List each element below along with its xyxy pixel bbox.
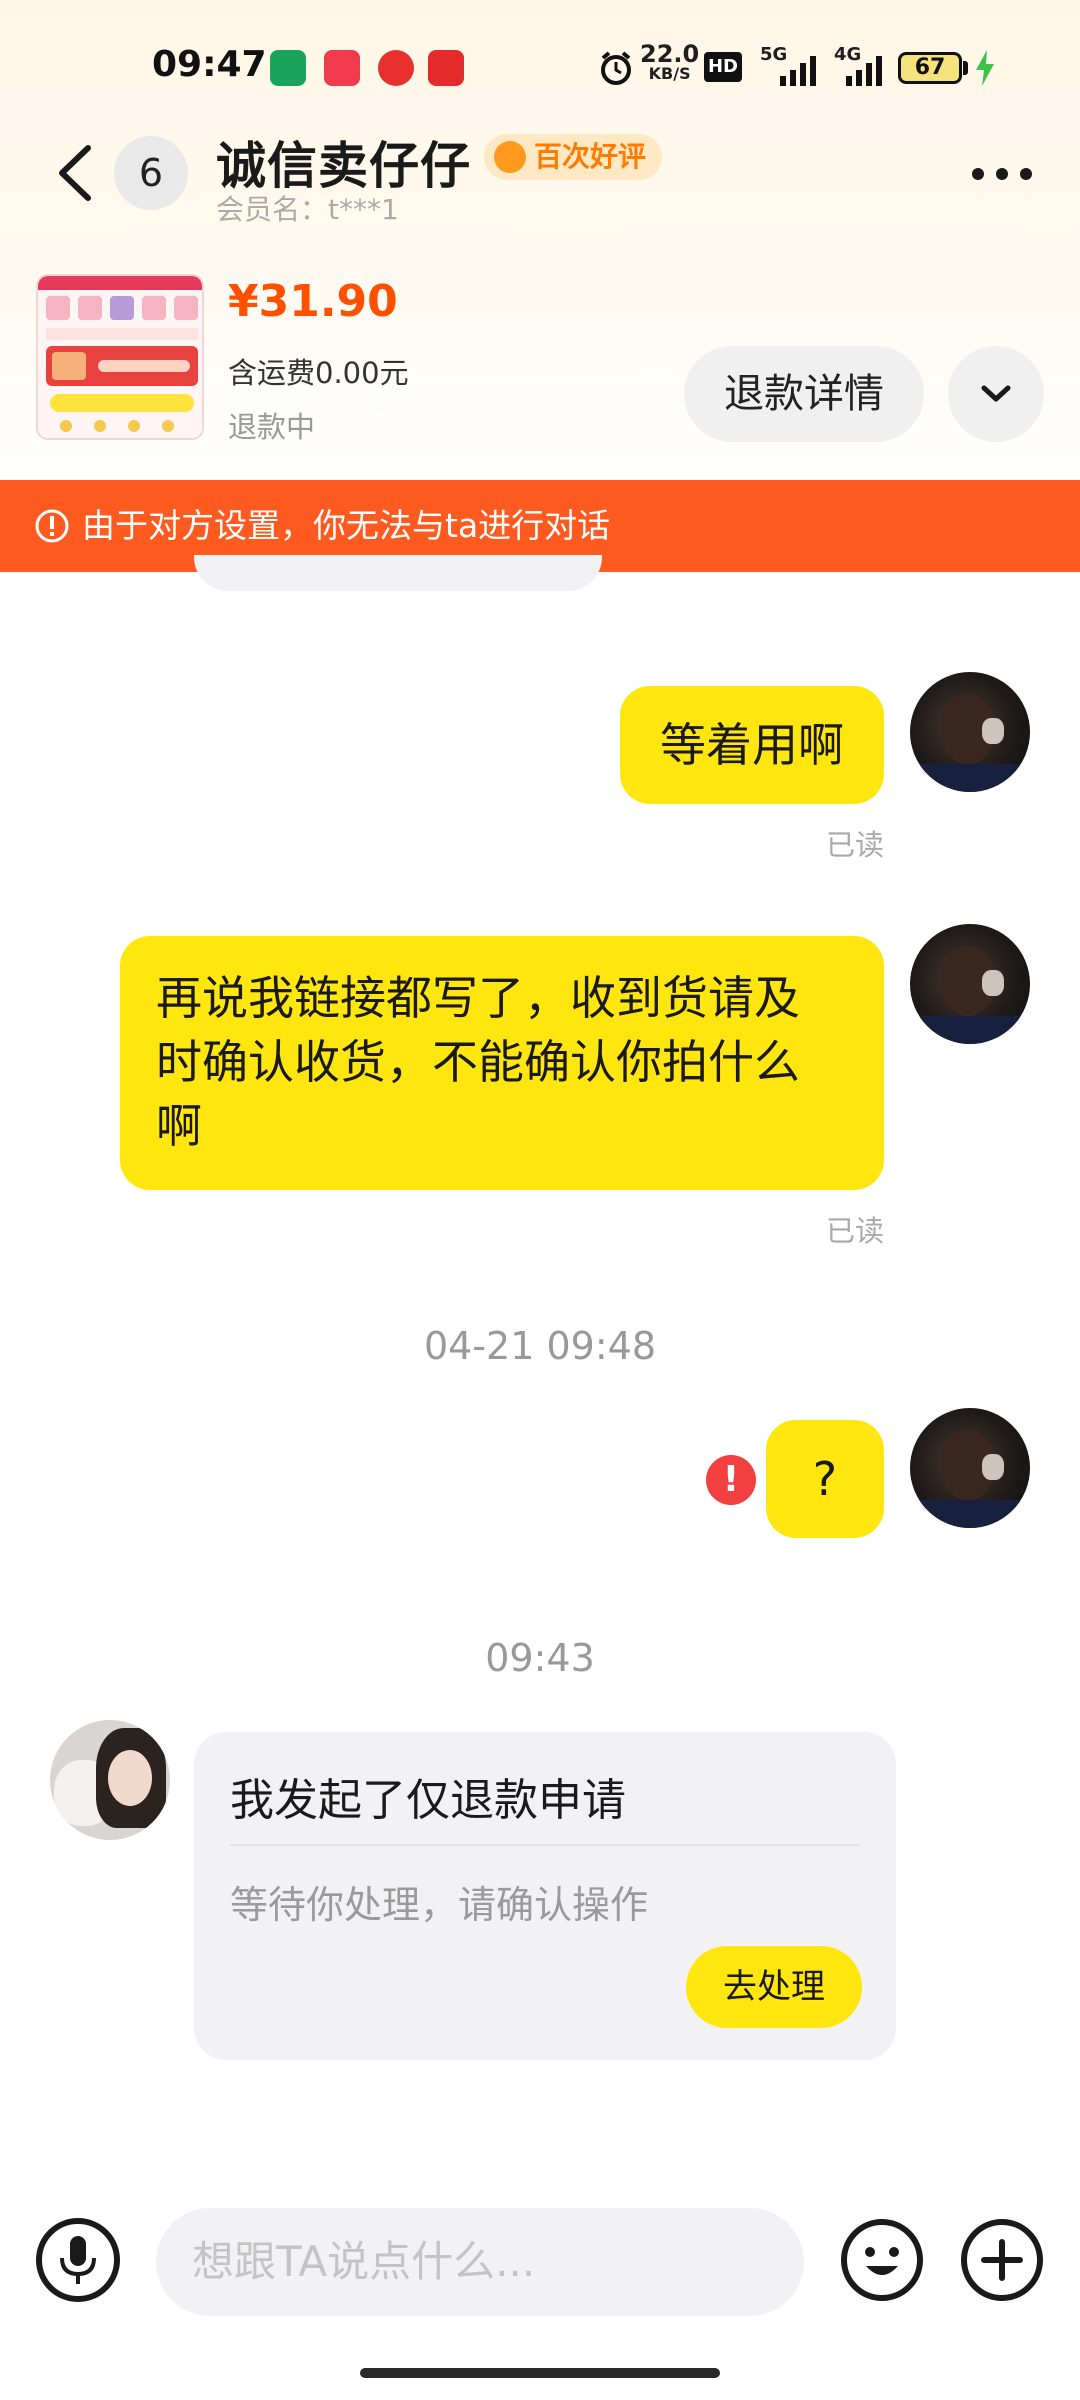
review-badge-label: 百次好评 — [534, 140, 647, 173]
refund-card-subtitle: 等待你处理，请确认操作 — [230, 1883, 649, 1927]
battery-indicator: 67 — [898, 52, 962, 84]
product-image — [38, 276, 202, 438]
review-badge: 百次好评 — [484, 134, 663, 180]
pay-app-icon — [428, 50, 464, 86]
handle-refund-button[interactable]: 去处理 — [686, 1946, 862, 2028]
refund-status: 退款中 — [228, 410, 316, 444]
network-speed: 22.0 KB/S — [640, 40, 700, 83]
voice-button[interactable] — [36, 2218, 120, 2302]
my-avatar[interactable] — [910, 1408, 1030, 1528]
product-thumbnail[interactable] — [36, 274, 204, 440]
more-dots-icon[interactable] — [970, 164, 1034, 184]
message-bubble[interactable]: 再说我链接都写了，收到货请及 时确认收货，不能确认你拍什么 啊 — [120, 936, 884, 1190]
notification-app-icon — [270, 50, 306, 86]
signal-2-icon — [846, 56, 882, 86]
back-arrow-icon[interactable] — [48, 140, 108, 206]
refund-detail-button[interactable]: 退款详情 — [684, 346, 924, 442]
plus-icon[interactable] — [960, 2218, 1044, 2302]
home-indicator[interactable] — [360, 2368, 720, 2378]
signal-1-icon — [780, 56, 816, 86]
unread-count-badge[interactable]: 6 — [114, 136, 188, 210]
charging-icon — [976, 50, 994, 86]
battery-tip — [963, 61, 968, 75]
message-line: 时确认收货，不能确认你拍什么 — [156, 1035, 800, 1089]
refund-request-card[interactable]: 我发起了仅退款申请 等待你处理，请确认操作 去处理 — [194, 1732, 896, 2060]
error-icon[interactable]: ! — [706, 1455, 756, 1505]
refund-card-title: 我发起了仅退款申请 — [230, 1775, 626, 1826]
message-line: 再说我链接都写了，收到货请及 — [156, 971, 800, 1025]
read-status: 已读 — [826, 828, 885, 862]
expand-button[interactable] — [948, 346, 1044, 442]
seller-avatar[interactable] — [50, 1720, 170, 1840]
message-bubble[interactable]: ? — [766, 1420, 884, 1538]
warning-circle-icon — [35, 509, 69, 543]
alarm-icon — [601, 51, 631, 85]
message-input[interactable]: 想跟TA说点什么... — [156, 2208, 804, 2316]
shipping-fee: 含运费0.00元 — [228, 356, 409, 390]
status-bar: 09:47 22.0 KB/S HD 5G 4G 67 — [0, 0, 1080, 130]
status-time: 09:47 — [152, 44, 267, 85]
microphone-icon — [60, 2236, 96, 2284]
my-avatar[interactable] — [910, 924, 1030, 1044]
message-bubble[interactable]: 等着用啊 — [620, 686, 884, 804]
hd-icon: HD — [704, 52, 742, 82]
message-line: 啊 — [156, 1099, 202, 1153]
timestamp: 04-21 09:48 — [423, 1324, 656, 1368]
emoji-icon[interactable] — [840, 2218, 924, 2302]
member-name: 会员名：t***1 — [216, 193, 399, 226]
bank-app-icon — [378, 50, 414, 86]
timestamp: 09:43 — [485, 1636, 595, 1680]
product-price: ¥31.90 — [228, 276, 398, 327]
my-avatar[interactable] — [910, 672, 1030, 792]
card-divider — [230, 1844, 860, 1846]
read-status: 已读 — [826, 1214, 885, 1248]
thumbs-up-icon — [494, 141, 526, 173]
chevron-down-icon — [981, 385, 1011, 402]
music-app-icon — [324, 50, 360, 86]
partial-message-bubble — [194, 555, 602, 591]
